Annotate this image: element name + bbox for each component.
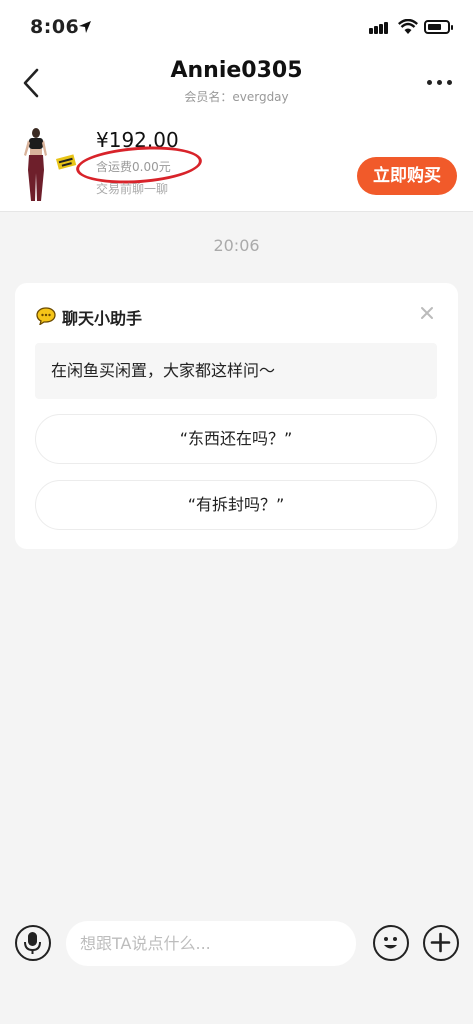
chat-timestamp: 20:06 — [213, 236, 260, 255]
quick-question-button[interactable]: “东西还在吗？” — [35, 414, 437, 464]
product-bar[interactable]: ¥192.00 含运费0.00元 交易前聊一聊 立即购买 — [0, 120, 473, 212]
emoji-icon[interactable] — [373, 925, 409, 961]
location-arrow-icon — [79, 21, 91, 33]
assistant-prompt: 在闲鱼买闲置，大家都这样问～ — [35, 343, 437, 399]
chat-bubble-icon — [36, 307, 56, 325]
buy-now-button[interactable]: 立即购买 — [357, 157, 457, 195]
status-bar: 8:06 — [0, 0, 473, 50]
message-input[interactable]: 想跟TA说点什么... — [66, 921, 356, 966]
member-name: 会员名：evergday — [184, 90, 289, 104]
composer-bar: 想跟TA说点什么... — [0, 912, 473, 1024]
top-area: 8:06 Annie0305 会员名：evergday ¥192.00 含运费0… — [0, 0, 473, 212]
trade-note: 交易前聊一聊 — [96, 182, 169, 196]
wifi-icon — [398, 19, 418, 34]
chat-assistant-card: 聊天小助手 在闲鱼买闲置，大家都这样问～ “东西还在吗？” “有拆封吗？” — [15, 283, 458, 549]
plus-icon[interactable] — [423, 925, 459, 961]
close-icon[interactable] — [419, 305, 435, 321]
microphone-icon[interactable] — [15, 925, 51, 961]
assistant-title: 聊天小助手 — [62, 309, 143, 328]
quick-question-button[interactable]: “有拆封吗？” — [35, 480, 437, 530]
product-thumbnail[interactable] — [14, 125, 84, 203]
status-time: 8:06 — [30, 16, 80, 38]
more-dots-icon[interactable] — [425, 80, 455, 86]
battery-icon — [424, 20, 453, 34]
chat-title: Annie0305 — [170, 58, 303, 83]
